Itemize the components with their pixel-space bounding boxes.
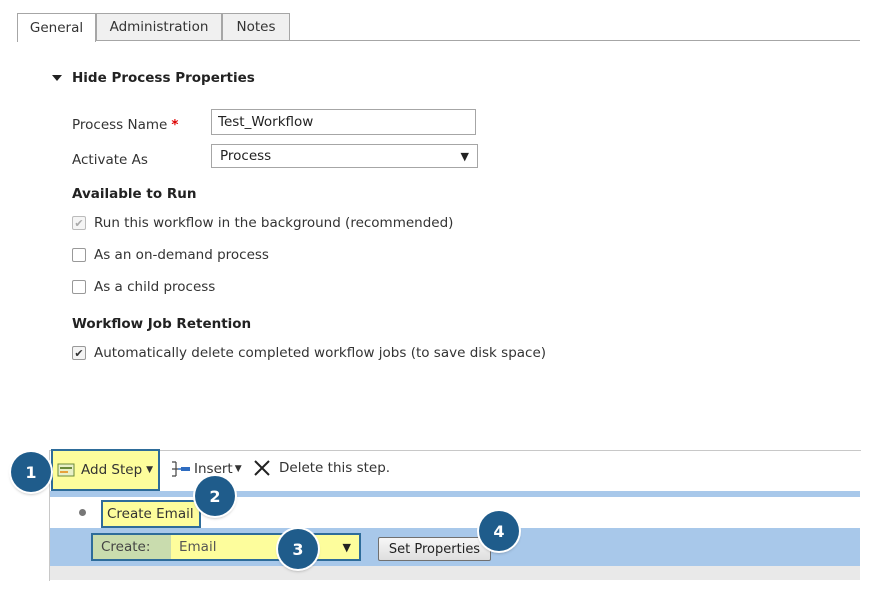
create-entity-control: Create: Email ▼ — [91, 533, 361, 561]
auto-delete-checkbox[interactable]: ✔ — [72, 346, 86, 360]
hide-process-properties-toggle[interactable]: Hide Process Properties — [52, 70, 255, 86]
child-process-option: As a child process — [72, 279, 215, 295]
close-icon — [254, 460, 270, 476]
insert-icon — [172, 461, 190, 477]
process-name-label-text: Process Name — [72, 117, 168, 133]
step-bullet-icon — [79, 509, 86, 516]
delete-step-label: Delete this step. — [279, 460, 391, 476]
add-step-button[interactable]: Add Step ▼ — [51, 449, 160, 491]
option-label: As a child process — [94, 279, 216, 295]
activate-as-label: Activate As — [72, 152, 148, 168]
child-process-checkbox[interactable] — [72, 280, 86, 294]
insert-button[interactable]: Insert ▼ — [170, 459, 242, 479]
tabs-divider — [17, 40, 860, 41]
tab-label: Administration — [109, 19, 209, 35]
callout-number: 2 — [209, 486, 221, 506]
option-label: Run this workflow in the background (rec… — [94, 215, 454, 231]
activate-as-value: Process — [220, 148, 272, 164]
run-in-background-option: ✔ Run this workflow in the background (r… — [72, 215, 453, 231]
designer-footer — [50, 566, 860, 580]
activate-as-select[interactable]: Process ▼ — [211, 144, 478, 168]
on-demand-option: As an on-demand process — [72, 247, 269, 263]
tab-notes[interactable]: Notes — [222, 13, 290, 40]
job-retention-title: Workflow Job Retention — [72, 316, 252, 332]
chevron-down-icon: ▼ — [234, 464, 242, 474]
caret-down-icon — [52, 75, 62, 81]
auto-delete-option: ✔ Automatically delete completed workflo… — [72, 345, 546, 361]
step-name-field[interactable]: Create Email — [101, 500, 201, 528]
callout-badge-2: 2 — [195, 476, 235, 516]
entity-value: Email — [179, 539, 217, 555]
callout-number: 4 — [493, 521, 505, 541]
section-title: Hide Process Properties — [72, 70, 255, 86]
add-step-label: Add Step — [81, 462, 143, 478]
option-label: Automatically delete completed workflow … — [94, 345, 547, 361]
callout-badge-1: 1 — [11, 452, 51, 492]
create-label: Create: — [93, 535, 171, 559]
process-name-label: Process Name * — [72, 117, 178, 133]
add-step-icon — [57, 463, 75, 477]
step-name-text: Create Email — [107, 506, 194, 522]
callout-badge-3: 3 — [278, 529, 318, 569]
available-to-run-title: Available to Run — [72, 186, 197, 202]
callout-badge-4: 4 — [479, 511, 519, 551]
tab-label: General — [29, 20, 84, 36]
dropdown-arrow-icon: ▼ — [342, 540, 351, 554]
entity-select[interactable]: Email ▼ — [171, 535, 359, 559]
delete-step-button[interactable]: Delete this step. — [253, 459, 390, 477]
chevron-down-icon: ▼ — [146, 465, 154, 475]
create-label-text: Create: — [101, 539, 151, 555]
required-indicator: * — [171, 117, 179, 133]
insert-label: Insert — [194, 461, 233, 477]
option-label: As an on-demand process — [94, 247, 269, 263]
on-demand-checkbox[interactable] — [72, 248, 86, 262]
run-in-background-checkbox[interactable]: ✔ — [72, 216, 86, 230]
dropdown-arrow-icon: ▼ — [460, 149, 469, 163]
callout-number: 1 — [25, 462, 37, 482]
tab-administration[interactable]: Administration — [96, 13, 222, 40]
tab-general[interactable]: General — [17, 13, 96, 42]
set-properties-button[interactable]: Set Properties — [378, 537, 491, 561]
process-name-input[interactable] — [211, 109, 476, 135]
tab-label: Notes — [236, 19, 276, 35]
callout-number: 3 — [292, 539, 304, 559]
